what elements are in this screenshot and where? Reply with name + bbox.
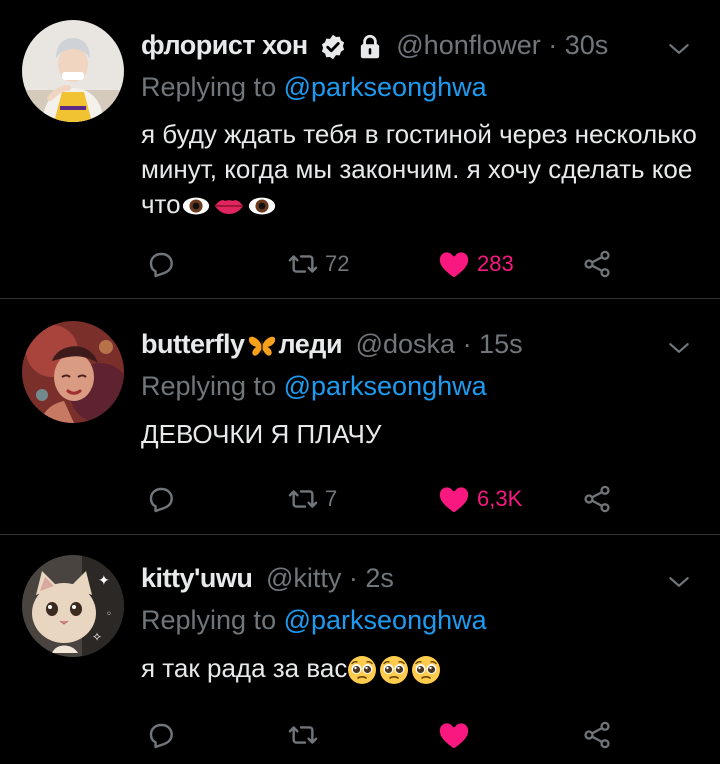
handle[interactable]: @kitty [266,563,341,593]
reply-icon [145,248,177,280]
svg-text:◦: ◦ [106,609,112,620]
timestamp[interactable]: · 30s [548,30,608,60]
replying-to-label: Replying to [141,605,277,635]
timestamp[interactable]: · 15s [463,329,523,359]
pleading-face-emoji [347,655,377,685]
avatar[interactable] [22,20,124,122]
retweet-icon [287,248,319,280]
mention-link[interactable]: @parkseonghwa [284,605,487,635]
like-button[interactable] [437,715,471,755]
replying-to-label: Replying to [141,371,277,401]
retweet-button[interactable]: 7 [287,479,337,519]
share-button[interactable] [581,715,613,755]
display-name-suffix[interactable]: леди [279,329,343,359]
mention-link[interactable]: @parkseonghwa [284,371,487,401]
replying-to-label: Replying to [141,72,277,102]
like-count: 283 [477,251,514,276]
heart-icon [437,718,471,752]
display-name[interactable]: kitty'uwu [141,563,253,593]
share-button[interactable] [581,479,613,519]
tweet-kitty[interactable]: ✦ ◦ ✧ kitty'uwu @kitty · 2s Replying to … [0,535,720,764]
heart-icon [437,247,471,281]
reply-button[interactable] [145,479,177,519]
pleading-face-emoji [379,655,409,685]
replying-to: Replying to @parkseonghwa [141,605,487,636]
retweet-button[interactable] [287,715,319,755]
tweet-actions: 7 6,3K [141,479,621,519]
handle[interactable]: @doska [356,329,455,359]
like-count: 6,3K [477,486,523,511]
tweet-header: флорист хон @honflower · 30s [141,28,608,62]
tweet-header: butterfly леди @doska · 15s [141,327,523,361]
retweet-icon [287,719,319,751]
tweet-text: я буду ждать тебя в гостиной через неско… [141,117,701,222]
reply-icon [145,719,177,751]
heart-icon [437,482,471,516]
timestamp[interactable]: · 2s [349,563,394,593]
retweet-count: 72 [325,251,350,276]
verified-icon [322,34,345,60]
reply-button[interactable] [145,244,177,284]
replying-to: Replying to @parkseonghwa [141,371,487,402]
reply-button[interactable] [145,715,177,755]
tweet-doska[interactable]: butterfly леди @doska · 15s Replying to @… [0,299,720,534]
tweet-text-content: я так рада за вас [141,653,348,683]
avatar[interactable]: ✦ ◦ ✧ [22,555,124,657]
display-name[interactable]: butterfly [141,329,245,359]
butterfly-emoji [247,333,277,359]
chevron-down-icon[interactable] [666,36,692,62]
chevron-down-icon[interactable] [666,335,692,361]
tweet-actions: 72 283 [141,244,621,284]
tweet-text: ДЕВОЧКИ Я ПЛАЧУ [141,417,701,452]
share-icon [581,719,613,751]
eye-emoji [181,194,211,218]
share-icon [581,248,613,280]
mention-link[interactable]: @parkseonghwa [284,72,487,102]
like-button[interactable]: 283 [437,244,514,284]
retweet-icon [287,483,319,515]
share-icon [581,483,613,515]
tweet-honflower[interactable]: флорист хон @honflower · 30s Replying to… [0,0,720,297]
retweet-button[interactable]: 72 [287,244,349,284]
lock-icon [360,34,379,59]
chevron-down-icon[interactable] [666,569,692,595]
handle[interactable]: @honflower [396,30,540,60]
reply-icon [145,483,177,515]
display-name[interactable]: флорист хон [141,30,308,60]
tweet-actions [141,715,621,755]
eye-emoji [247,194,277,218]
avatar[interactable] [22,321,124,423]
tweet-text-content: ДЕВОЧКИ Я ПЛАЧУ [141,419,382,449]
replying-to: Replying to @parkseonghwa [141,72,487,103]
pleading-face-emoji [411,655,441,685]
retweet-count: 7 [325,486,338,511]
svg-text:✦: ✦ [98,573,110,589]
share-button[interactable] [581,244,613,284]
svg-text:✧: ✧ [92,630,102,644]
like-button[interactable]: 6,3K [437,479,522,519]
lips-emoji [213,194,245,218]
tweet-header: kitty'uwu @kitty · 2s [141,561,394,595]
tweet-text: я так рада за вас [141,651,701,686]
